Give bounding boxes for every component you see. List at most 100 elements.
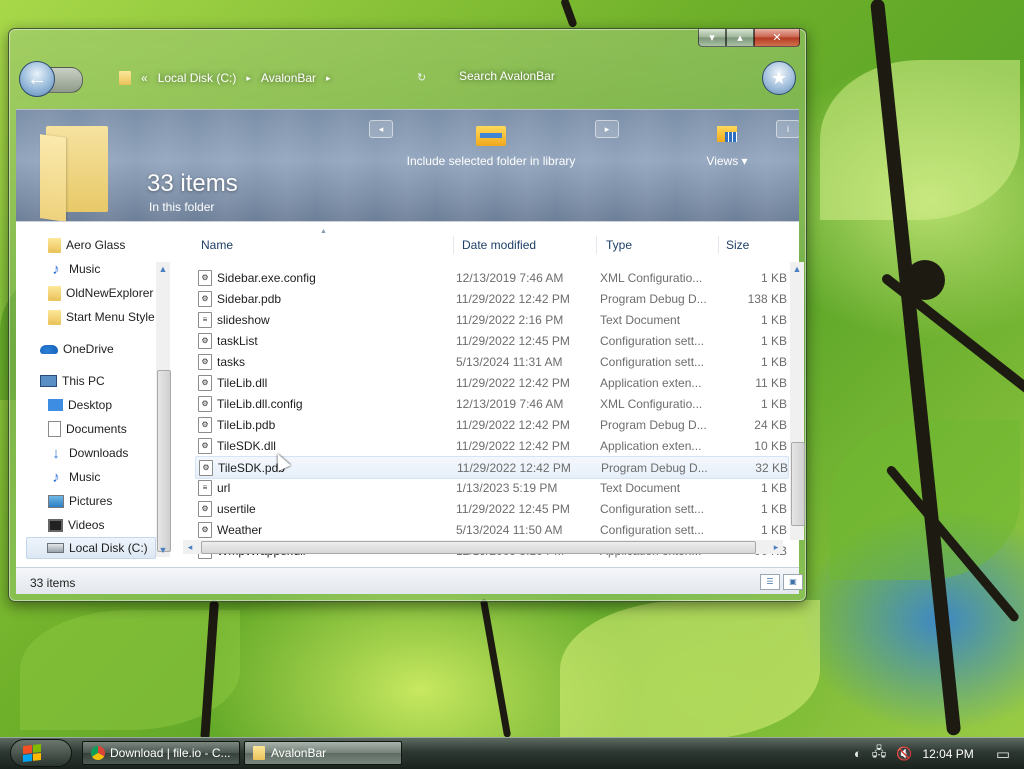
file-row[interactable]: ⚙ TileLib.dll.config 12/13/2019 7:46 AM XML…	[195, 393, 787, 414]
file-type: Configuration sett...	[600, 355, 705, 369]
notifications-icon[interactable]: ▭	[996, 745, 1010, 763]
settings-file-icon: ⚙	[198, 522, 212, 538]
column-header-date[interactable]: Date modified	[462, 234, 536, 256]
file-list-scrollbar[interactable]: ▲ ▼	[790, 262, 805, 578]
start-button[interactable]	[10, 739, 72, 767]
pdb-file-icon: ⚙	[199, 460, 213, 476]
column-header-type[interactable]: Type	[606, 234, 632, 256]
minimize-button[interactable]: ▾	[698, 29, 726, 47]
nav-item-music[interactable]: ♪ Music	[48, 466, 196, 488]
network-icon[interactable]: 🖧	[872, 743, 887, 765]
nav-item-desktop[interactable]: Desktop	[48, 394, 196, 416]
scroll-right-icon[interactable]: ▸	[769, 540, 783, 554]
file-row[interactable]: ⚙ TileLib.dll 11/29/2022 12:42 PM Applicati…	[195, 372, 787, 393]
maximize-button[interactable]: ▴	[726, 29, 754, 47]
globe-icon[interactable]: ◐	[854, 746, 862, 761]
nav-item-label: Aero Glass	[66, 238, 126, 252]
nav-item-local-disk[interactable]: Local Disk (C:)	[26, 537, 156, 559]
clock[interactable]: 12:04 PM	[922, 747, 973, 761]
status-item-count: 33 items	[30, 576, 76, 590]
item-count: 33 items	[147, 170, 238, 197]
breadcrumb-item-avalonbar[interactable]: AvalonBar	[261, 71, 316, 85]
folder-icon	[48, 237, 61, 253]
sort-ascending-icon: ▲	[320, 228, 327, 235]
nav-item-videos[interactable]: Videos	[48, 514, 196, 536]
breadcrumb[interactable]: « Local Disk (C:) ▸ AvalonBar ▸	[119, 67, 331, 89]
nav-item-pictures[interactable]: Pictures	[48, 490, 196, 512]
scroll-up-icon[interactable]: ▲	[156, 262, 170, 276]
file-size: 1 KB	[760, 355, 787, 369]
nav-scrollbar[interactable]: ▲ ▼	[156, 262, 171, 557]
favorites-button[interactable]: ★	[762, 61, 796, 95]
file-name: TileLib.pdb	[217, 418, 276, 432]
chrome-icon	[91, 746, 105, 760]
settings-file-icon: ⚙	[198, 333, 212, 349]
scroll-thumb[interactable]	[157, 370, 171, 552]
breadcrumb-item-local-disk[interactable]: Local Disk (C:)	[158, 71, 237, 85]
info-button[interactable]: i	[776, 120, 799, 138]
file-row[interactable]: ⚙ Weather 5/13/2024 11:50 AM Configuration …	[195, 519, 787, 540]
navigation-pane: Aero Glass ♪ Music OldNewExplorer Start …	[16, 222, 171, 567]
taskbar-item-avalonbar[interactable]: AvalonBar	[244, 741, 402, 765]
file-name: Sidebar.pdb	[217, 292, 282, 306]
file-row[interactable]: ⚙ tasks 5/13/2024 11:31 AM Configuration se…	[195, 351, 787, 372]
file-row[interactable]: ⚙ taskList 11/29/2022 12:45 PM Configuratio…	[195, 330, 787, 351]
file-row[interactable]: ⚙ TileLib.pdb 11/29/2022 12:42 PM Program D…	[195, 414, 787, 435]
config-file-icon: ⚙	[198, 270, 212, 286]
scroll-up-icon[interactable]: ▲	[790, 262, 804, 276]
breadcrumb-separator[interactable]: ▸	[246, 73, 251, 84]
scroll-down-icon[interactable]: ▼	[156, 543, 170, 557]
scroll-thumb[interactable]	[791, 442, 805, 526]
breadcrumb-separator[interactable]: ▸	[326, 73, 331, 84]
nav-item-label: Desktop	[68, 398, 113, 412]
file-type: Text Document	[600, 313, 681, 327]
volume-muted-icon[interactable]: 🔇	[896, 746, 912, 762]
details-view-icon[interactable]: ☰	[760, 574, 780, 590]
refresh-icon[interactable]: ↻	[417, 71, 426, 84]
file-date: 11/29/2022 12:42 PM	[457, 461, 571, 475]
music-icon: ♪	[52, 260, 60, 278]
large-icons-view-icon[interactable]: ▣	[783, 574, 803, 590]
nav-item-oldnewexplorer[interactable]: OldNewExplorer	[48, 282, 168, 304]
close-button[interactable]: ✕	[754, 29, 800, 47]
nav-item-music-quick[interactable]: ♪ Music	[48, 258, 196, 280]
file-row[interactable]: ⚙ Sidebar.pdb 11/29/2022 12:42 PM Program D…	[195, 288, 787, 309]
file-row[interactable]: ⚙ usertile 11/29/2022 12:45 PM Configuratio…	[195, 498, 787, 519]
file-name: TileLib.dll	[217, 376, 268, 390]
file-row[interactable]: ≡ slideshow 11/29/2022 2:16 PM Text Documen…	[195, 309, 787, 330]
nav-item-documents[interactable]: Documents	[48, 418, 196, 440]
file-date: 12/13/2019 7:46 AM	[456, 271, 564, 285]
search-input[interactable]: Search AvalonBar	[459, 69, 555, 83]
file-row[interactable]: ≡ url 1/13/2023 5:19 PM Text Document 1 KB	[195, 477, 787, 498]
taskbar-item-chrome[interactable]: Download | file.io - C...	[82, 741, 240, 765]
breadcrumb-overflow[interactable]: «	[141, 71, 148, 85]
hscroll-thumb[interactable]	[201, 541, 756, 554]
nav-item-start-menu-style[interactable]: Start Menu Style	[48, 306, 168, 328]
disk-icon	[47, 543, 64, 553]
nav-item-downloads[interactable]: ↓ Downloads	[48, 442, 196, 464]
file-list-hscrollbar[interactable]: ◂ ▸	[183, 540, 783, 554]
next-button[interactable]: ▸	[595, 120, 619, 138]
nav-item-aero-glass[interactable]: Aero Glass	[48, 234, 196, 256]
file-size: 10 KB	[754, 439, 787, 453]
views-button[interactable]: Views ▾	[702, 124, 752, 168]
caption-buttons: ▾ ▴ ✕	[698, 29, 800, 47]
column-header-name[interactable]: Name	[201, 234, 233, 256]
scroll-left-icon[interactable]: ◂	[183, 540, 197, 554]
pdb-file-icon: ⚙	[198, 417, 212, 433]
file-size: 1 KB	[760, 313, 787, 327]
file-type: Text Document	[600, 481, 681, 495]
file-type: Configuration sett...	[600, 523, 705, 537]
file-date: 5/13/2024 11:31 AM	[456, 355, 563, 369]
back-button[interactable]: ←	[19, 61, 55, 97]
dll-file-icon: ⚙	[198, 375, 212, 391]
nav-item-label: Videos	[68, 518, 105, 532]
include-in-library-button[interactable]: Include selected folder in library	[401, 122, 581, 168]
nav-item-label: Downloads	[69, 446, 129, 460]
column-header-size[interactable]: Size	[726, 234, 749, 256]
file-row[interactable]: ⚙ Sidebar.exe.config 12/13/2019 7:46 AM XML…	[195, 267, 787, 288]
settings-file-icon: ⚙	[198, 501, 212, 517]
previous-button[interactable]: ◂	[369, 120, 393, 138]
nav-item-label: Music	[69, 262, 101, 276]
desktop-icon	[48, 399, 63, 411]
